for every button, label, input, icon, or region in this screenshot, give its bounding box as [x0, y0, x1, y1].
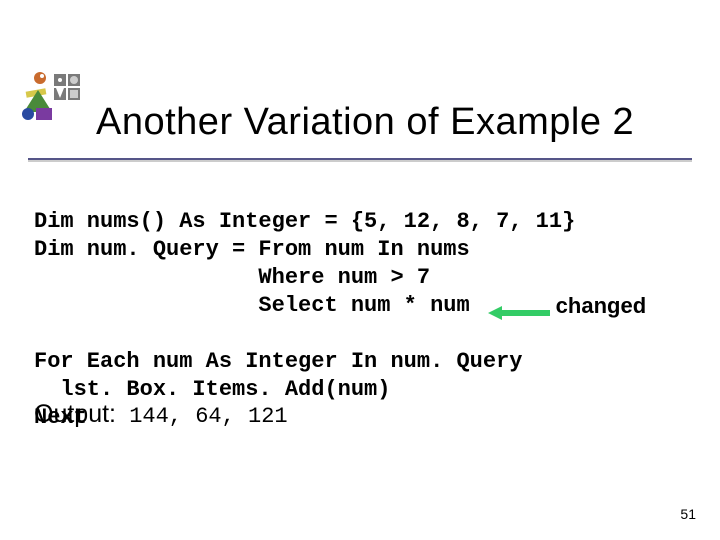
annotation: changed	[488, 292, 646, 320]
output-label: Output:	[34, 400, 116, 428]
page-number: 51	[680, 506, 696, 522]
code-line: Select num * num	[34, 292, 470, 320]
slide: Another Variation of Example 2 Dim nums(…	[0, 0, 720, 540]
code-line: Dim nums() As Integer = {5, 12, 8, 7, 11…	[34, 209, 575, 234]
annotation-label: changed	[556, 292, 646, 320]
output-line: Output: 144, 64, 121	[34, 400, 288, 429]
code-block: Dim nums() As Integer = {5, 12, 8, 7, 11…	[34, 180, 700, 432]
arrow-left-icon	[488, 299, 550, 313]
slide-header: Another Variation of Example 2	[20, 82, 700, 144]
code-line: Where num > 7	[34, 265, 430, 290]
logo-icon	[20, 68, 82, 130]
code-line: For Each num As Integer In num. Query	[34, 349, 522, 374]
title-underline	[28, 158, 692, 160]
code-line: lst. Box. Items. Add(num)	[34, 377, 390, 402]
code-line: Dim num. Query = From num In nums	[34, 237, 470, 262]
slide-title: Another Variation of Example 2	[96, 101, 634, 144]
output-values: 144, 64, 121	[116, 404, 288, 429]
